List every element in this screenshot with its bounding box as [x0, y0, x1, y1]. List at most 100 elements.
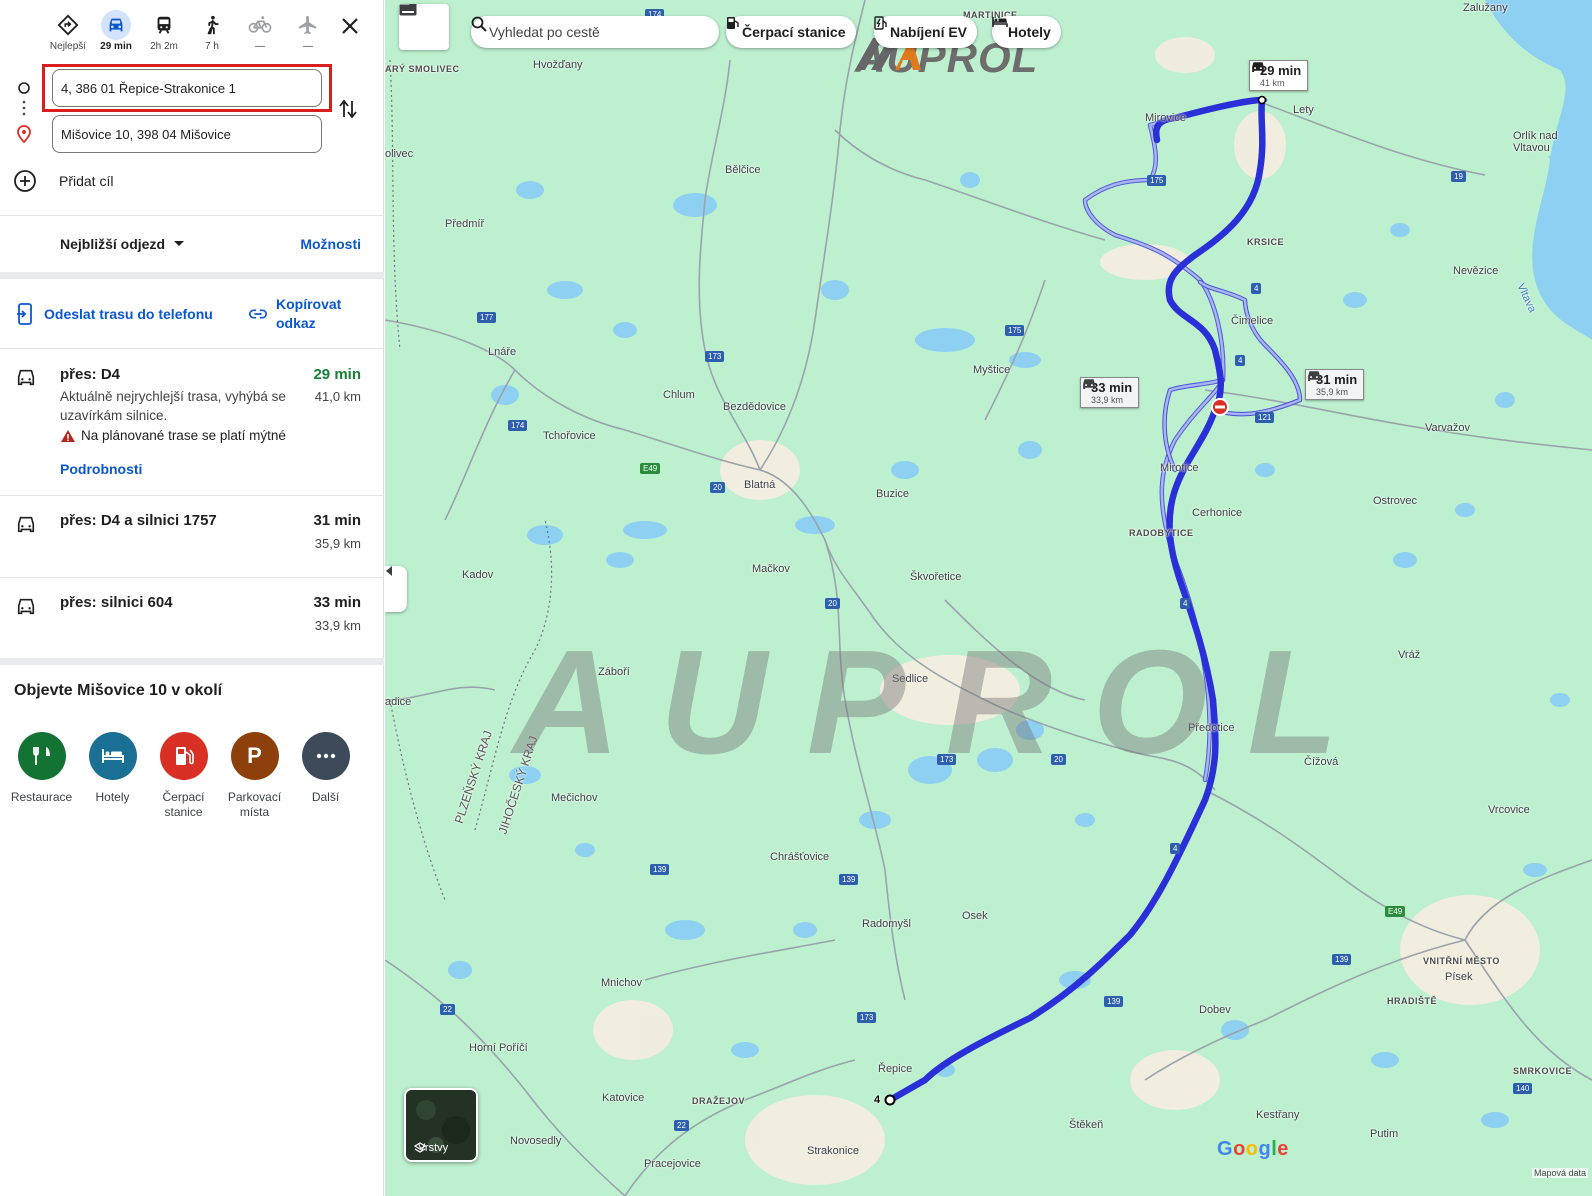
road-number: 4 [1251, 283, 1262, 294]
road-number: 4 [1235, 355, 1246, 366]
road-number: 20 [825, 598, 840, 609]
map-data-attribution[interactable]: Mapová data [1531, 1168, 1588, 1178]
mode-best[interactable]: Nejlepší [44, 10, 92, 56]
place-label: Ostrovec [1373, 495, 1418, 507]
place-label: Cerhonice [1192, 507, 1243, 519]
place-label: KRSICE [1247, 237, 1285, 247]
road-number: 4 [1180, 598, 1191, 609]
road-number: 174 [508, 420, 528, 431]
search-along-route-input[interactable]: Vyhledat po cestě [471, 16, 719, 48]
category-label: Hotely [95, 790, 130, 804]
mode-walk[interactable]: 7 h [188, 10, 236, 56]
dots-icon [22, 99, 26, 122]
road-number: 22 [674, 1120, 689, 1131]
route-label-2[interactable]: 33 min 33,9 km [1080, 377, 1140, 408]
layers-button[interactable]: Vrstvy [404, 1088, 478, 1162]
route-option-3[interactable]: přes: silnici 604 33 min 33,9 km [0, 578, 384, 658]
category-hotels[interactable]: Hotely [77, 732, 148, 820]
place-label: Hvožďany [533, 59, 583, 71]
chip-gas-stations[interactable]: Čerpací stanice [726, 16, 856, 48]
plane-icon [293, 10, 323, 40]
road-number: E49 [640, 463, 661, 474]
place-label: Kestřany [1256, 1109, 1300, 1121]
destination-input[interactable]: Mišovice 10, 398 04 Mišovice [52, 115, 322, 153]
car-icon [1252, 62, 1264, 73]
place-label: Tchořovice [543, 430, 596, 442]
chip-hotels[interactable]: Hotely [992, 16, 1061, 48]
mode-transit[interactable]: 2h 2m [140, 10, 188, 56]
place-label: Štěkeň [1069, 1119, 1104, 1131]
place-label: Mirotice [1160, 462, 1199, 474]
route-label-3[interactable]: 31 min 35,9 km [1305, 369, 1365, 400]
keyboard-shortcuts-button[interactable] [399, 4, 449, 50]
category-gas[interactable]: Čerpací stanice [148, 732, 219, 820]
place-label: Buzice [876, 488, 910, 500]
place-label: Novosedly [510, 1135, 562, 1147]
watermark: AUPROL [513, 620, 1378, 785]
route-label-distance: 41 km [1260, 78, 1285, 88]
mode-bike[interactable]: — [236, 10, 284, 56]
map-canvas[interactable]: Zalužany MARTINICE ARÝ SMOLIVEC Hvožďany… [385, 0, 1592, 1196]
car-icon [17, 369, 35, 386]
place-label: Osek [962, 910, 988, 922]
train-icon [149, 10, 179, 40]
layers-icon [414, 1142, 426, 1153]
toll-warning: Na plánované trase se platí mýtné [60, 428, 286, 443]
place-label: Předmíř [445, 218, 485, 230]
route-label-time: 31 min [1316, 372, 1358, 387]
place-label: Mnichov [601, 977, 642, 989]
walk-icon [197, 10, 227, 40]
options-link[interactable]: Možnosti [300, 236, 361, 252]
category-more[interactable]: Další [290, 732, 361, 820]
more-icon [301, 732, 350, 780]
car-icon [1083, 379, 1095, 390]
route-label-time: 29 min [1260, 63, 1302, 78]
road-number: 139 [650, 864, 670, 875]
car-icon [101, 10, 131, 40]
swap-icon[interactable] [337, 97, 361, 121]
chip-ev-charging[interactable]: Nabíjení EV [874, 16, 978, 48]
copy-link-button[interactable]: Kopírovat odkaz [248, 295, 356, 333]
close-icon[interactable] [338, 14, 362, 38]
category-restaurants[interactable]: Restaurace [6, 732, 77, 820]
route-time: 31 min [313, 512, 361, 529]
depart-time-dropdown[interactable]: Nejbližší odjezd [60, 236, 185, 252]
place-label: Chrášťovice [770, 851, 830, 863]
place-label: Chlum [663, 389, 695, 401]
road-number: 19 [1451, 171, 1466, 182]
gas-pump-icon [727, 17, 739, 29]
route-label-time: 33 min [1091, 380, 1133, 395]
search-placeholder: Vyhledat po cestě [489, 24, 600, 40]
depart-label: Nejbližší odjezd [60, 236, 166, 252]
google-logo: Google [1217, 1138, 1289, 1161]
place-label: Dobev [1199, 1004, 1231, 1016]
details-link[interactable]: Podrobnosti [60, 461, 142, 477]
route-distance: 33,9 km [314, 618, 361, 633]
add-stop-button[interactable]: Přidat cíl [13, 169, 113, 193]
collapse-panel-button[interactable] [385, 566, 407, 612]
diamond-route-icon [53, 10, 83, 40]
road-number: 175 [1005, 325, 1025, 336]
start-marker-label: 4 [874, 1094, 881, 1106]
route-option-1[interactable]: přes: D4 29 min 41,0 km Aktuálně nejrych… [0, 349, 384, 495]
place-label: DRAŽEJOV [692, 1096, 746, 1106]
chevron-left-icon [386, 566, 392, 576]
place-label: Bezdědovice [723, 401, 786, 413]
category-label: Čerpací stanice [162, 790, 205, 819]
highlight-box [42, 64, 332, 112]
mode-car[interactable]: 29 min [92, 10, 140, 56]
send-to-phone-button[interactable]: Odeslat trasu do telefonu [16, 303, 213, 325]
place-label: Myštice [973, 364, 1011, 376]
mode-flight[interactable]: — [284, 10, 332, 56]
place-label: Bělčice [725, 164, 761, 176]
bed-icon [88, 732, 137, 780]
category-parking[interactable]: P Parkovací místa [219, 732, 290, 820]
category-label: Parkovací místa [227, 790, 282, 819]
road-number: 121 [1255, 412, 1275, 423]
route-label-1[interactable]: 29 min 41 km [1249, 60, 1309, 91]
route-distance: 41,0 km [314, 389, 361, 404]
map-base [385, 0, 1592, 1196]
road-number: 4 [1170, 843, 1181, 854]
add-circle-icon [14, 170, 36, 192]
route-option-2[interactable]: přes: D4 a silnici 1757 31 min 35,9 km [0, 496, 384, 577]
